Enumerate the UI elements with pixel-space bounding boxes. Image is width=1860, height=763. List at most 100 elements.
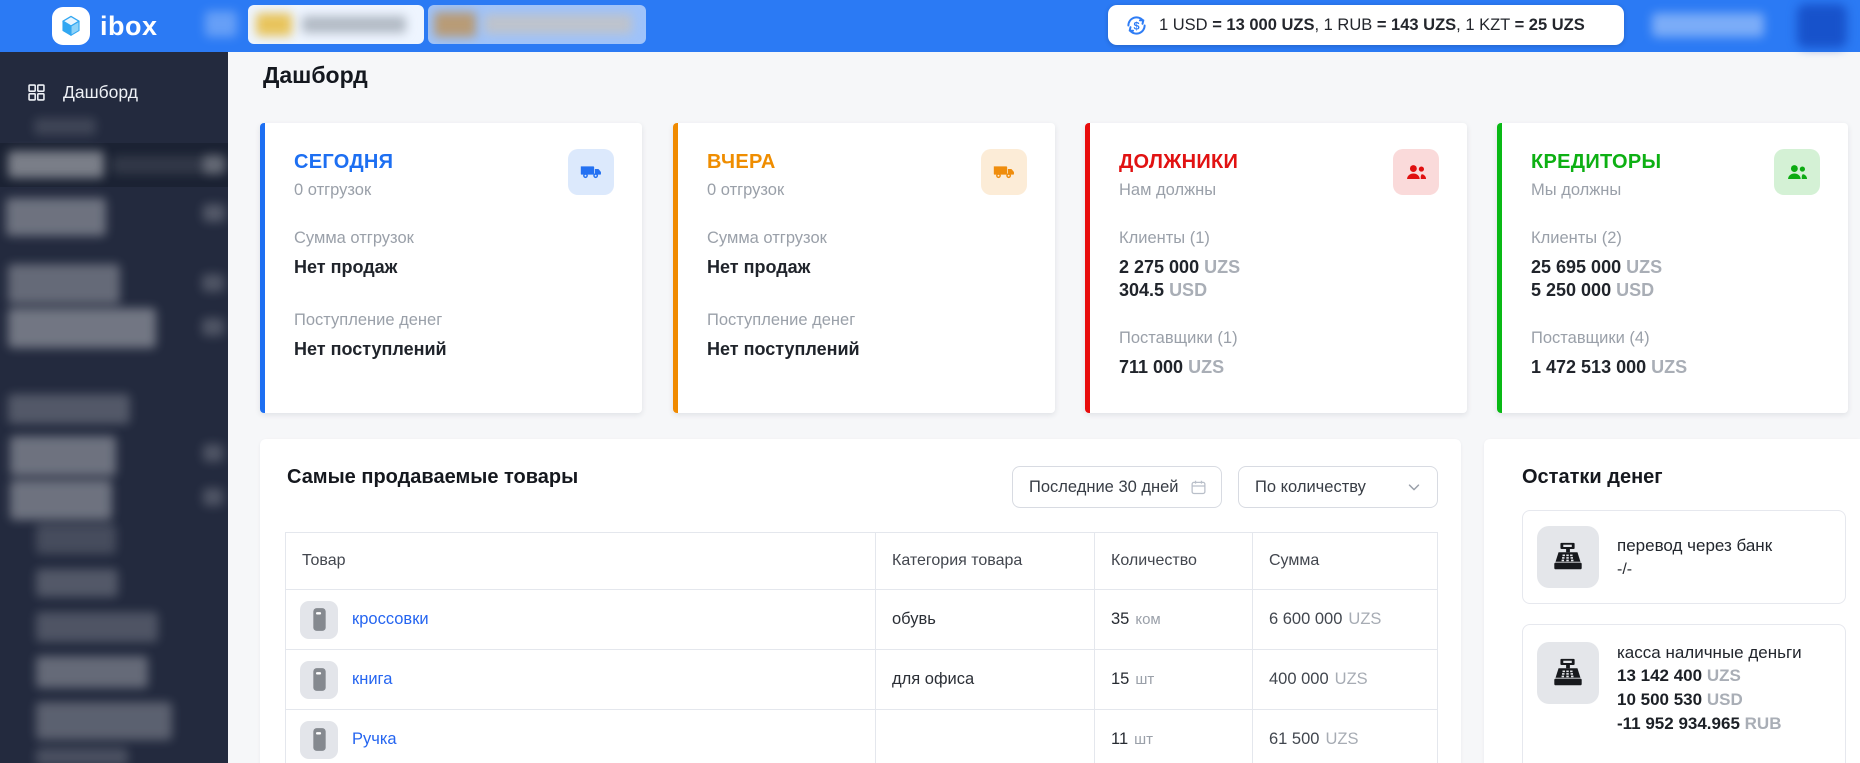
qty-unit: шт [1135, 671, 1155, 688]
sort-filter-select[interactable]: По количеству [1238, 466, 1438, 508]
redacted-sidebar-item[interactable] [8, 394, 130, 424]
folder-icon [256, 13, 292, 36]
col-header: Количество [1094, 533, 1252, 589]
product-icon [300, 600, 338, 639]
redacted-sidebar-item[interactable] [6, 198, 106, 236]
redacted-header-tab[interactable] [428, 5, 646, 44]
redacted-sidebar-subitem[interactable] [36, 569, 118, 597]
card-accent [260, 123, 265, 413]
app-root: ibox $ 1 USD = 13 000 UZS, 1 RUB = 143 U… [0, 0, 1860, 763]
svg-text:$: $ [1133, 20, 1139, 32]
redacted-sidebar-subitem[interactable] [36, 524, 116, 554]
col-header: Товар [302, 552, 346, 569]
money-balances-panel: Остатки денег перевод через банк -/- кас… [1484, 439, 1860, 763]
redacted-user-name [1652, 13, 1764, 37]
stat-value: Нет продаж [707, 257, 811, 277]
card-title: СЕГОДНЯ [294, 151, 394, 173]
people-icon [1774, 149, 1820, 195]
stat-value: Нет продаж [294, 257, 398, 277]
product-link[interactable]: кроссовки [352, 610, 429, 629]
product-link[interactable]: Ручка [352, 730, 397, 749]
account-empty-value: -/- [1617, 561, 1633, 578]
table-header-row: Товар Категория товара Количество Сумма [286, 533, 1437, 589]
amount-line: 2 275 000 UZS [1119, 257, 1241, 277]
product-sum: 61 500 UZS [1252, 710, 1437, 763]
stat-label: Клиенты (2) [1531, 229, 1622, 247]
account-amount: -11 952 934.965 RUB [1617, 714, 1782, 733]
card-title: ВЧЕРА [707, 151, 776, 173]
product-category: для офиса [875, 650, 1094, 709]
redacted-sidebar-subitem[interactable] [36, 656, 148, 688]
redacted-user-menu[interactable] [1797, 4, 1847, 48]
products-table: Товар Категория товара Количество Сумма … [285, 532, 1438, 763]
col-header: Категория товара [875, 533, 1094, 589]
panel-title: Остатки денег [1522, 466, 1663, 488]
table-row: кроссовки обувь 35 ком 6 600 000 UZS [286, 589, 1437, 649]
redacted-sidebar-subitem[interactable] [36, 702, 172, 740]
card-accent [673, 123, 678, 413]
stat-card-creditors: КРЕДИТОРЫ Мы должны Клиенты (2) 25 695 0… [1497, 123, 1848, 413]
redacted-header-item[interactable] [205, 11, 237, 37]
table-row: Ручка 11 шт 61 500 UZS [286, 709, 1437, 763]
redacted-sidebar-subitem[interactable] [36, 612, 158, 642]
stat-label: Сумма отгрузок [294, 229, 414, 247]
redacted-sidebar-item[interactable] [34, 118, 96, 135]
sidebar-item-label: Дашборд [63, 81, 138, 102]
account-card: касса наличные деньги 13 142 400 UZS 10 … [1522, 624, 1846, 763]
period-filter-button[interactable]: Последние 30 дней [1012, 466, 1222, 508]
card-subtitle: Нам должны [1119, 181, 1217, 199]
product-qty: 15 [1111, 670, 1130, 688]
redacted-sidebar-item[interactable] [10, 436, 116, 476]
stat-label: Поставщики (4) [1531, 329, 1650, 347]
product-qty: 35 [1111, 610, 1130, 628]
calendar-icon [1190, 479, 1207, 496]
card-title: ДОЛЖНИКИ [1119, 151, 1239, 173]
amount-line: 25 695 000 UZS [1531, 257, 1663, 277]
redacted-sidebar-item-active[interactable] [0, 143, 228, 187]
app-logo[interactable]: ibox [52, 7, 158, 45]
stat-label: Клиенты (1) [1119, 229, 1210, 247]
page-title: Дашборд [263, 62, 368, 88]
stat-card-yesterday: ВЧЕРА 0 отгрузок Сумма отгрузок Нет прод… [673, 123, 1055, 413]
grid-icon [26, 82, 47, 103]
truck-icon [568, 149, 614, 195]
cash-register-icon [1537, 526, 1599, 588]
account-amount: 10 500 530 USD [1617, 690, 1743, 709]
top-bar: ibox $ 1 USD = 13 000 UZS, 1 RUB = 143 U… [0, 0, 1860, 52]
product-sum: 400 000 UZS [1252, 650, 1437, 709]
currency-rates-text: 1 USD = 13 000 UZS, 1 RUB = 143 UZS, 1 K… [1159, 15, 1585, 34]
truck-icon [981, 149, 1027, 195]
account-amount: 13 142 400 UZS [1617, 666, 1741, 685]
currency-rates-widget[interactable]: $ 1 USD = 13 000 UZS, 1 RUB = 143 UZS, 1… [1108, 5, 1624, 45]
account-card: перевод через банк -/- [1522, 510, 1846, 604]
product-category [875, 710, 1094, 763]
amount-line: 5 250 000 USD [1531, 280, 1655, 300]
stat-label: Сумма отгрузок [707, 229, 827, 247]
card-accent [1085, 123, 1090, 413]
redacted-sidebar-subitem[interactable] [36, 748, 128, 763]
amount-line: 711 000 UZS [1119, 357, 1225, 377]
qty-unit: шт [1134, 731, 1154, 748]
people-icon [1393, 149, 1439, 195]
redacted-sidebar-item[interactable] [10, 480, 112, 520]
product-sum: 6 600 000 UZS [1252, 590, 1437, 649]
card-subtitle: 0 отгрузок [294, 181, 372, 199]
panel-title: Самые продаваемые товары [287, 466, 579, 488]
amount-line: 304.5 USD [1119, 280, 1208, 300]
sidebar-item-dashboard[interactable]: Дашборд [0, 72, 228, 112]
product-category: обувь [875, 590, 1094, 649]
table-row: книга для офиса 15 шт 400 000 UZS [286, 649, 1437, 709]
qty-unit: ком [1135, 611, 1161, 628]
redacted-sidebar-item[interactable] [8, 308, 156, 348]
account-name: касса наличные деньги [1617, 643, 1802, 662]
product-link[interactable]: книга [352, 670, 392, 689]
redacted-header-tab[interactable] [248, 5, 424, 44]
col-header: Сумма [1252, 533, 1437, 589]
product-qty: 11 [1111, 730, 1129, 748]
redacted-sidebar-item[interactable] [8, 264, 120, 304]
stat-value: Нет поступлений [294, 339, 447, 359]
top-products-panel: Самые продаваемые товары Последние 30 дн… [260, 439, 1461, 763]
stat-label: Поступление денег [294, 311, 443, 329]
amount-line: 1 472 513 000 UZS [1531, 357, 1688, 377]
stat-value: Нет поступлений [707, 339, 860, 359]
